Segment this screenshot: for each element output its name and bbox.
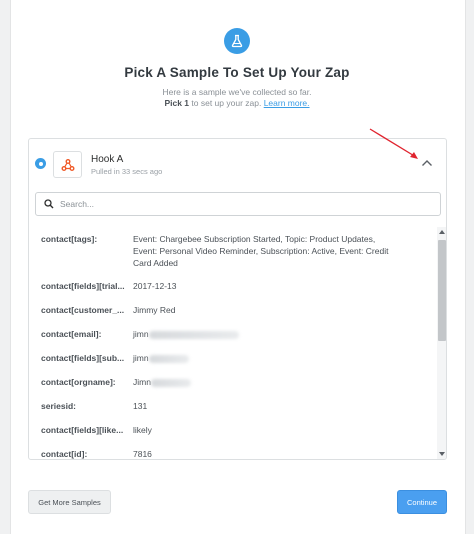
learn-more-link[interactable]: Learn more.: [264, 98, 310, 108]
redacted-blur: [148, 330, 239, 339]
page-title: Pick A Sample To Set Up Your Zap: [124, 65, 350, 80]
scrollbar-thumb[interactable]: [438, 240, 446, 341]
field-row: seriesid: 131: [41, 400, 401, 412]
search-input[interactable]: [60, 199, 420, 209]
field-value: 7816: [133, 449, 152, 459]
pick-count: Pick 1: [164, 98, 190, 108]
field-key: contact[orgname]:: [41, 377, 116, 387]
field-value: Event: Chargebee Subscription Started, T…: [133, 234, 389, 268]
redacted-blur: [148, 354, 189, 363]
search-field[interactable]: [35, 192, 441, 216]
scrollbar[interactable]: [437, 227, 446, 459]
search-icon: [44, 199, 54, 209]
sample-fields-list: contact[tags]: Event: Chargebee Subscrip…: [29, 227, 437, 459]
sample-card: Hook A Pulled in 33 secs ago contact[tag…: [28, 138, 447, 460]
field-key: contact[fields][like...: [41, 425, 124, 435]
field-key: contact[email]:: [41, 329, 102, 339]
field-key: contact[fields][trial...: [41, 281, 125, 291]
field-row: contact[customer_... Jimmy Red: [41, 304, 401, 316]
field-value-redacted: jimn: [133, 328, 401, 340]
field-row: contact[id]: 7816: [41, 448, 401, 459]
field-value: likely: [133, 425, 152, 435]
field-row: contact[tags]: Event: Chargebee Subscrip…: [41, 233, 401, 269]
webhook-icon: [53, 151, 82, 178]
pick-text: to set up your zap.: [189, 98, 264, 108]
continue-button[interactable]: Continue: [397, 490, 447, 514]
sample-radio[interactable]: [35, 158, 46, 169]
field-value: Jimn: [133, 377, 151, 387]
field-row: contact[fields][trial... 2017-12-13: [41, 280, 401, 292]
field-key: contact[tags]:: [41, 234, 98, 244]
field-value: Jimmy Red: [133, 305, 176, 315]
flask-icon: [224, 28, 250, 54]
field-value-redacted: Jimn: [133, 376, 401, 388]
field-key: contact[id]:: [41, 449, 88, 459]
field-value-redacted: jimn: [133, 352, 401, 364]
redacted-blur: [150, 378, 191, 387]
scroll-down-arrow-icon[interactable]: [439, 452, 445, 456]
field-row: contact[orgname]: Jimn: [41, 376, 401, 388]
red-arrow-annotation: [369, 128, 418, 159]
field-value: jimn: [133, 329, 149, 339]
field-key: contact[fields][sub...: [41, 353, 125, 363]
sample-pulled-time: Pulled in 33 secs ago: [91, 167, 163, 176]
scroll-up-arrow-icon[interactable]: [439, 230, 445, 234]
field-value: 2017-12-13: [133, 281, 177, 291]
page-subtitle: Here is a sample we've collected so far.: [162, 87, 312, 97]
field-value: 131: [133, 401, 148, 411]
field-key: contact[customer_...: [41, 305, 125, 315]
pick-instruction: Pick 1 to set up your zap. Learn more.: [0, 98, 474, 108]
sample-name: Hook A: [91, 154, 124, 165]
field-value: jimn: [133, 353, 149, 363]
get-more-samples-button[interactable]: Get More Samples: [28, 490, 111, 514]
field-row: contact[email]: jimn: [41, 328, 401, 340]
field-row: contact[fields][sub... jimn: [41, 352, 401, 364]
field-row: contact[fields][like... likely: [41, 424, 401, 436]
field-key: seriesid:: [41, 401, 76, 411]
